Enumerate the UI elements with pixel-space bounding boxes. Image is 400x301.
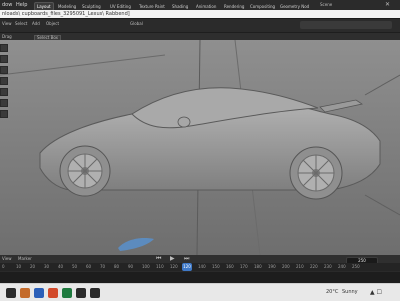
view-menu[interactable]: View [2,22,12,26]
timeline-tick: 190 [268,264,276,269]
timeline-tick: 210 [296,264,304,269]
windows-start-icon[interactable] [6,288,16,298]
car-model-scene [0,40,400,255]
file-explorer-icon[interactable] [20,288,30,298]
close-icon[interactable]: ✕ [385,2,390,8]
tab-rendering[interactable]: Rendering [222,3,246,10]
window-title: nloads\ cupboards_files_3295091_Lexus\ R… [2,11,130,17]
scene-selector[interactable]: Scene [320,3,332,7]
jump-end-icon[interactable]: ⏭ [184,256,189,262]
timeline-header: View Marker ⏮ ▶ ⏭ [0,255,400,263]
timeline-tick: 140 [198,264,206,269]
drag-label: Drag [2,34,12,39]
timeline-tick: 180 [254,264,262,269]
annotate-tool-icon[interactable] [0,99,8,107]
front-wheel [59,145,111,197]
rotate-tool-icon[interactable] [0,66,8,74]
timeline-tick: 60 [86,264,92,269]
move-tool-icon[interactable] [0,55,8,63]
excel-icon[interactable] [62,288,72,298]
scale-tool-icon[interactable] [0,77,8,85]
add-menu[interactable]: Add [32,22,40,26]
tab-shading[interactable]: Shading [170,3,190,10]
timeline-tick: 50 [72,264,78,269]
left-toolbar [0,44,8,194]
jump-start-icon[interactable]: ⏮ [156,256,161,262]
playhead-frame: 120 [183,264,191,269]
viewport-shading-controls[interactable] [300,21,392,29]
timeline-tick: 70 [100,264,106,269]
tab-texture-paint[interactable]: Texture Paint [137,3,167,10]
windows-taskbar: 20°C Sunny ▲ ☐ [0,283,400,301]
timeline-tick: 150 [212,264,220,269]
tab-modeling[interactable]: Modeling [56,3,78,10]
blender-icon[interactable] [90,288,100,298]
timeline-tick: 40 [58,264,64,269]
select-menu[interactable]: Select [15,22,27,26]
timeline-tick: 170 [240,264,248,269]
tab-geometry-nodes[interactable]: Geometry Nod [278,3,311,10]
timeline-view-menu[interactable]: View [2,257,12,261]
3d-viewport[interactable] [0,40,400,255]
timeline-tick: 30 [44,264,50,269]
weather-desc: Sunny [342,289,358,295]
weather-temp: 20°C [326,289,339,295]
rear-wheel [289,146,343,200]
workspace-header: View Select Add Object Global [0,18,400,33]
measure-tool-icon[interactable] [0,110,8,118]
tab-compositing[interactable]: Compositing [248,3,277,10]
menu-help[interactable]: Help [16,2,27,8]
timeline-tick: 120 [170,264,178,269]
transform-tool-icon[interactable] [0,88,8,96]
timeline-tick: 200 [282,264,290,269]
timeline-ruler[interactable]: 0 10 20 30 40 50 60 70 80 90 100 110 120… [0,263,400,271]
timeline-tick: 90 [128,264,134,269]
media-icon[interactable] [76,288,86,298]
select-tool-icon[interactable] [0,44,8,52]
timeline-tick: 240 [338,264,346,269]
timeline-tick: 220 [310,264,318,269]
timeline-tick: 20 [30,264,36,269]
tab-uv-editing[interactable]: UV Editing [108,3,133,10]
menu-window[interactable]: dow [2,2,12,8]
timeline-playhead[interactable]: 120 [182,263,192,271]
transform-orientation-dropdown[interactable]: Global [130,22,143,26]
timeline-tick: 100 [142,264,150,269]
window-title-bar: nloads\ cupboards_files_3295091_Lexus\ R… [0,10,400,18]
play-icon[interactable]: ▶ [170,256,175,262]
timeline-tick: 250 [352,264,360,269]
chrome-icon[interactable] [48,288,58,298]
top-menu-bar: dow Help Layout Modeling Sculpting UV Ed… [0,0,400,11]
timeline-tick: 10 [16,264,22,269]
word-icon[interactable] [34,288,44,298]
tab-animation[interactable]: Animation [194,3,218,10]
timeline-marker-menu[interactable]: Marker [18,257,32,261]
timeline-tick: 230 [324,264,332,269]
timeline-tick: 160 [226,264,234,269]
timeline-tick: 0 [2,264,5,269]
side-mirror [177,116,191,128]
object-menu[interactable]: Object [46,22,59,26]
timeline-tick: 80 [114,264,120,269]
timeline-tick: 110 [156,264,164,269]
system-tray-icons[interactable]: ▲ ☐ [370,289,382,296]
tab-sculpting[interactable]: Sculpting [80,3,103,10]
